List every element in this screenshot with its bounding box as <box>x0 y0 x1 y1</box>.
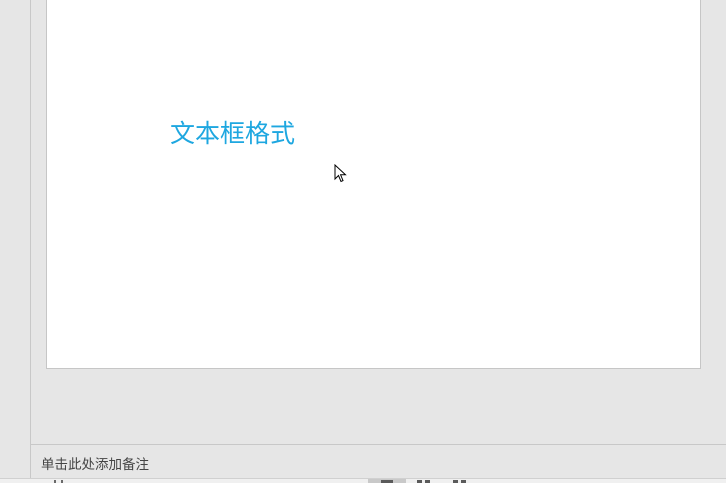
reading-view-button[interactable] <box>450 479 470 483</box>
slide-editing-area: 文本框格式 <box>31 0 726 444</box>
notes-placeholder: 单击此处添加备注 <box>41 457 149 473</box>
presentation-editor: 文本框格式 单击此处添加备注 <box>0 0 726 483</box>
normal-view-button[interactable] <box>368 479 406 483</box>
slide-canvas[interactable]: 文本框格式 <box>46 0 701 369</box>
mouse-pointer-icon <box>334 164 347 183</box>
status-bar <box>0 478 726 483</box>
slide-thumbnail-pane[interactable] <box>0 0 31 478</box>
notes-pane[interactable]: 单击此处添加备注 <box>31 444 726 479</box>
slide-textbox[interactable]: 文本框格式 <box>170 114 295 150</box>
slide-sorter-button[interactable] <box>414 479 434 483</box>
